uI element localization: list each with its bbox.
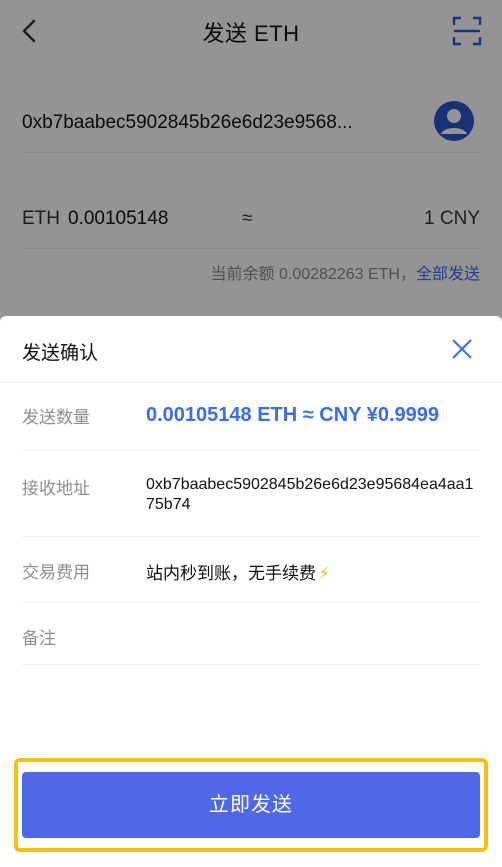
confirm-row-memo: 备注 bbox=[22, 602, 480, 665]
fee-value-wrap: 站内秒到账，无手续费 ⚡ bbox=[146, 559, 480, 584]
sheet-title: 发送确认 bbox=[22, 343, 99, 364]
amount-label: 发送数量 bbox=[22, 408, 90, 427]
confirm-row-address: 接收地址 0xb7baabec5902845b26e6d23e95684ea4a… bbox=[22, 450, 480, 537]
fee-value: 站内秒到账，无手续费 bbox=[146, 564, 316, 583]
confirm-row-fee: 交易费用 站内秒到账，无手续费 ⚡ bbox=[22, 536, 480, 603]
sheet-header: 发送确认 bbox=[0, 316, 502, 383]
address-label: 接收地址 bbox=[22, 479, 90, 498]
close-icon[interactable] bbox=[450, 337, 474, 361]
fee-label: 交易费用 bbox=[22, 563, 90, 582]
confirm-row-amount: 发送数量 0.00105148 ETH ≈ CNY ¥0.9999 bbox=[22, 382, 480, 451]
lightning-icon: ⚡ bbox=[318, 564, 330, 583]
memo-label: 备注 bbox=[22, 629, 56, 648]
amount-summary: 0.00105148 ETH ≈ CNY ¥0.9999 bbox=[146, 404, 440, 426]
send-now-button[interactable]: 立即发送 bbox=[22, 772, 480, 838]
full-address: 0xb7baabec5902845b26e6d23e95684ea4aa175b… bbox=[146, 476, 474, 513]
